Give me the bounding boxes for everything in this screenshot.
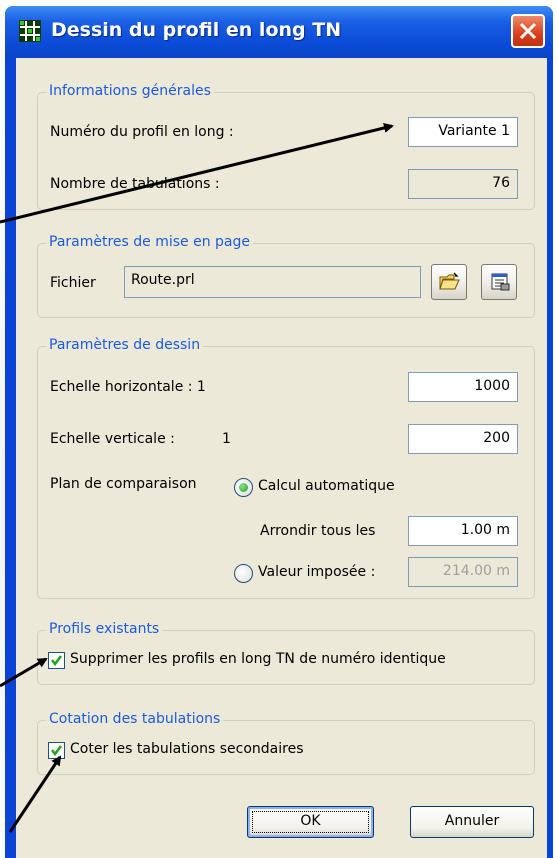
arrow-to-secondary-checkbox <box>8 755 62 833</box>
arrow-to-profile-number <box>0 123 394 224</box>
annotation-arrows <box>0 123 394 833</box>
arrow-to-delete-checkbox <box>0 657 48 688</box>
